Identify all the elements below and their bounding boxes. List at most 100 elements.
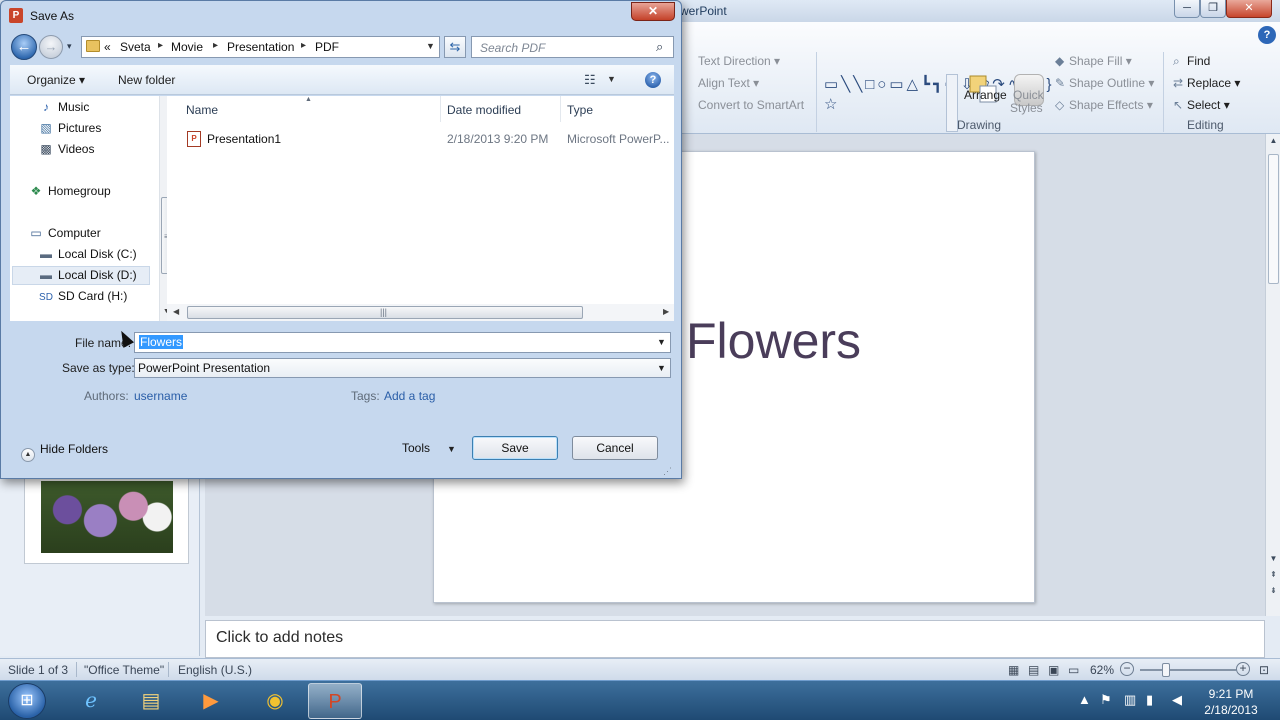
internet-explorer-icon[interactable]: ℯ: [64, 683, 118, 719]
next-slide-icon[interactable]: ⇟: [1268, 586, 1279, 595]
file-name-value[interactable]: Flowers: [139, 335, 184, 349]
chevron-right-icon[interactable]: ▸: [158, 40, 163, 51]
volume-icon[interactable]: ◀: [1172, 692, 1182, 708]
scroll-down-icon[interactable]: ▼: [1268, 554, 1279, 563]
zoom-out-icon[interactable]: −: [1120, 662, 1134, 676]
breadcrumb-movie[interactable]: Movie: [171, 40, 203, 54]
back-button[interactable]: ←: [11, 34, 37, 60]
slideshow-icon[interactable]: ▭: [1068, 663, 1079, 677]
authors-field[interactable]: username: [134, 389, 187, 403]
chevron-down-icon[interactable]: ▼: [657, 363, 666, 373]
power-icon[interactable]: ▮: [1146, 692, 1153, 708]
breadcrumb-presentation[interactable]: Presentation: [227, 40, 294, 54]
scroll-thumb[interactable]: [1268, 154, 1279, 284]
recent-locations-icon[interactable]: ▾: [67, 41, 72, 52]
views-icon[interactable]: ☷: [584, 72, 596, 88]
slide-sorter-icon[interactable]: ▤: [1028, 663, 1039, 677]
chevron-down-icon[interactable]: ▼: [657, 337, 666, 347]
search-icon[interactable]: ⌕: [656, 39, 663, 55]
close-window-button[interactable]: ✕: [1226, 0, 1272, 18]
cancel-button[interactable]: Cancel: [572, 436, 658, 460]
scroll-left-icon[interactable]: ◀: [173, 307, 179, 316]
nav-item-videos[interactable]: ▩ Videos: [37, 142, 94, 156]
new-folder-button[interactable]: New folder: [118, 73, 175, 87]
column-divider[interactable]: [440, 96, 441, 122]
zoom-slider[interactable]: [1140, 669, 1236, 671]
nav-item-music[interactable]: ♪ Music: [37, 100, 89, 114]
slide-title[interactable]: Flowers: [686, 312, 861, 370]
breadcrumb-overflow[interactable]: «: [104, 40, 111, 54]
find-button[interactable]: ⌕ Find: [1173, 54, 1210, 69]
fit-to-window-icon[interactable]: ⊡: [1259, 663, 1269, 677]
text-direction-button[interactable]: Text Direction ▾: [698, 54, 780, 68]
column-header-date-modified[interactable]: Date modified: [447, 103, 521, 117]
column-divider[interactable]: [560, 96, 561, 122]
zoom-in-icon[interactable]: +: [1236, 662, 1250, 676]
zoom-slider-knob[interactable]: [1162, 663, 1170, 677]
scroll-right-icon[interactable]: ▶: [663, 307, 669, 316]
chevron-right-icon[interactable]: ▸: [301, 40, 306, 51]
tools-button[interactable]: Tools: [402, 441, 430, 455]
organize-button[interactable]: Organize ▾: [27, 73, 85, 87]
zoom-level[interactable]: 62%: [1090, 663, 1114, 677]
chevron-down-icon[interactable]: ▼: [607, 74, 616, 84]
chrome-icon[interactable]: ◉: [248, 683, 302, 719]
nav-item-computer[interactable]: ▭ Computer: [27, 226, 100, 240]
shapes-gallery[interactable]: ▭╲╲□○▭△┗┓⇨⇩⬠↷∿⁀{}☆: [824, 75, 1052, 135]
convert-smartart-button[interactable]: Convert to SmartArt: [698, 98, 804, 112]
horizontal-scrollbar[interactable]: ◀ ||| ▶: [167, 304, 674, 321]
chevron-right-icon[interactable]: ▸: [213, 40, 218, 51]
shape-fill-button[interactable]: ◆ Shape Fill ▾: [1055, 54, 1132, 68]
file-name-input[interactable]: Flowers ▼: [134, 332, 671, 353]
nav-item-sd-card[interactable]: SD SD Card (H:): [37, 289, 127, 303]
help-icon[interactable]: ?: [645, 72, 661, 88]
save-button[interactable]: Save: [472, 436, 558, 460]
resize-grip-icon[interactable]: ⋰: [663, 466, 672, 477]
forward-button[interactable]: →: [39, 35, 63, 59]
action-center-icon[interactable]: ⚑: [1100, 692, 1112, 708]
maximize-button[interactable]: ❐: [1200, 0, 1226, 18]
chevron-down-icon[interactable]: ▼: [426, 41, 435, 51]
search-input[interactable]: Search PDF ⌕: [471, 36, 674, 58]
dialog-titlebar[interactable]: P Save As ✕: [1, 1, 681, 31]
quick-styles-label-1[interactable]: Quick: [1013, 88, 1044, 102]
previous-slide-icon[interactable]: ⇞: [1268, 570, 1279, 579]
chevron-down-icon[interactable]: ▼: [447, 444, 456, 454]
save-as-type-select[interactable]: PowerPoint Presentation ▼: [134, 358, 671, 378]
normal-view-icon[interactable]: ▦: [1008, 663, 1019, 677]
language-indicator[interactable]: English (U.S.): [178, 663, 252, 677]
show-hidden-icons-icon[interactable]: ▲: [1078, 692, 1091, 707]
media-player-icon[interactable]: ▶: [184, 683, 238, 719]
breadcrumb-pdf[interactable]: PDF: [315, 40, 339, 54]
breadcrumb-sveta[interactable]: Sveta: [120, 40, 151, 54]
quick-styles-label-2[interactable]: Styles: [1010, 101, 1043, 115]
scroll-up-icon[interactable]: ▲: [1268, 136, 1279, 145]
powerpoint-icon[interactable]: P: [308, 683, 362, 719]
slide-thumbnail[interactable]: [24, 478, 189, 564]
nav-item-local-disk-d[interactable]: ▬ Local Disk (D:): [37, 268, 137, 282]
hide-folders-button[interactable]: ▲ Hide Folders: [21, 442, 108, 462]
replace-button[interactable]: ⇄ Replace ▾: [1173, 76, 1240, 90]
clock[interactable]: 9:21 PM 2/18/2013: [1198, 686, 1264, 718]
vertical-scrollbar[interactable]: ▲ ▼ ⇞ ⇟: [1265, 134, 1280, 616]
address-bar[interactable]: « Sveta ▸ Movie ▸ Presentation ▸ PDF ▼: [81, 36, 440, 58]
refresh-icon[interactable]: ⇆: [444, 36, 466, 58]
arrange-button[interactable]: Arrange: [964, 88, 1007, 102]
file-name-cell[interactable]: Presentation1: [207, 132, 281, 146]
start-button[interactable]: ⊞: [8, 683, 46, 719]
column-header-name[interactable]: Name: [186, 103, 218, 117]
minimize-button[interactable]: ─: [1174, 0, 1200, 18]
nav-item-local-disk-c[interactable]: ▬ Local Disk (C:): [37, 247, 137, 261]
tags-field[interactable]: Add a tag: [384, 389, 435, 403]
dialog-close-button[interactable]: ✕: [631, 2, 675, 21]
help-icon[interactable]: ?: [1258, 26, 1276, 44]
notes-pane[interactable]: Click to add notes: [205, 620, 1265, 658]
nav-item-pictures[interactable]: ▧ Pictures: [37, 121, 101, 135]
nav-item-homegroup[interactable]: ❖ Homegroup: [27, 184, 111, 198]
align-text-button[interactable]: Align Text ▾: [698, 76, 759, 90]
file-explorer-icon[interactable]: ▤: [124, 683, 178, 719]
shape-outline-button[interactable]: ✎ Shape Outline ▾: [1055, 76, 1154, 90]
shape-effects-button[interactable]: ◇ Shape Effects ▾: [1055, 98, 1153, 112]
horizontal-scroll-thumb[interactable]: |||: [187, 306, 583, 319]
network-icon[interactable]: ▥: [1124, 692, 1136, 708]
